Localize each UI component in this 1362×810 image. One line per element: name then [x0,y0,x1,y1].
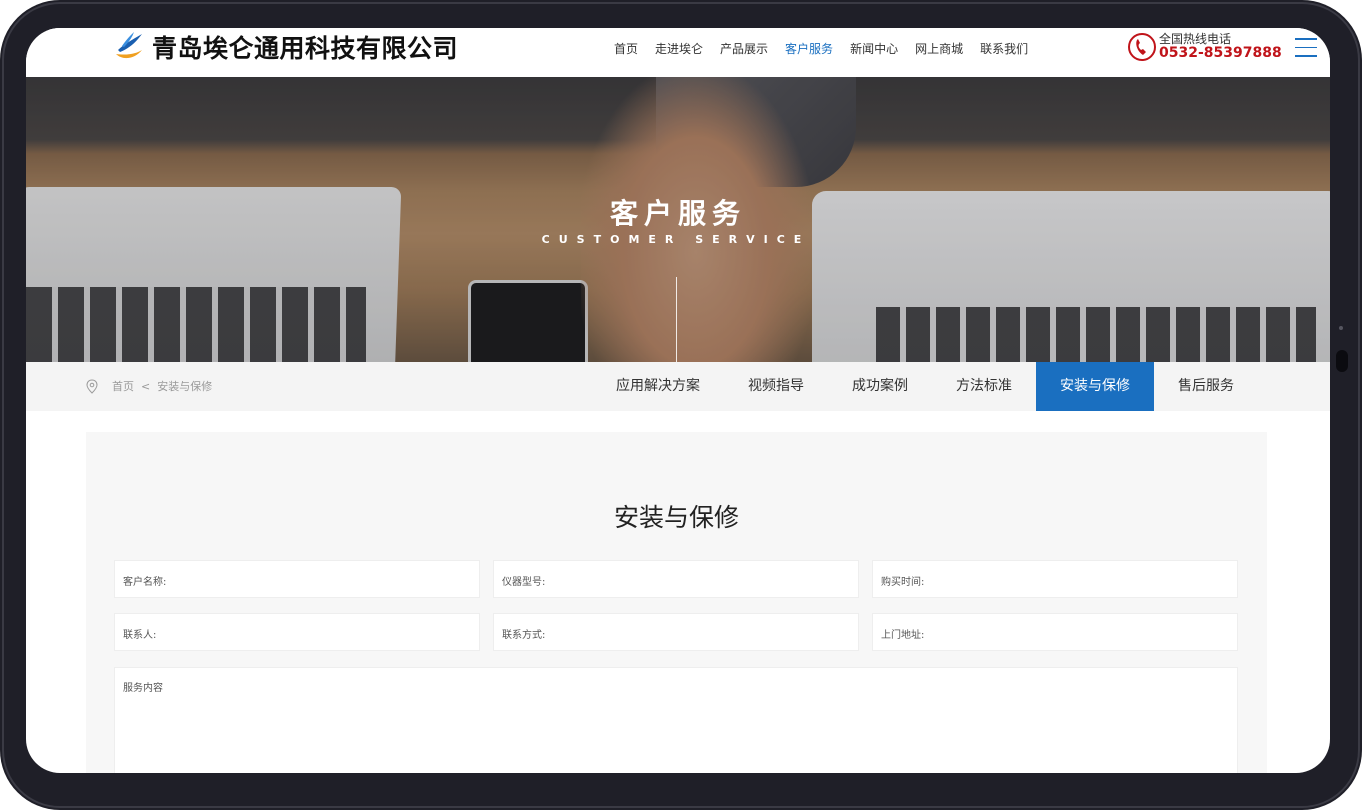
hamburger-menu-icon[interactable] [1295,38,1317,58]
hotline-number: 0532-85397888 [1159,44,1282,61]
breadcrumb: 首页 < 安装与保修 [86,378,212,394]
purchase-time-label: 购买时间: [881,577,925,588]
bird-logo-icon [116,32,142,59]
instrument-model-label: 仪器型号: [502,577,546,588]
site-header: 青岛埃仑通用科技有限公司 首页 走进埃仑 产品展示 客户服务 新闻中心 网上商城… [26,28,1330,77]
contact-method-input[interactable] [554,620,848,646]
tab-method-standards[interactable]: 方法标准 [932,362,1036,411]
hotline: 全国热线电话 0532-85397888 [1127,32,1282,62]
warranty-form-panel: 安装与保修 客户名称: 仪器型号: 购买时间: 联系人: 联系方式: 上门地址:… [86,432,1267,773]
home-button [1336,350,1348,372]
banner-subtitle: CUSTOMER SERVICE [541,233,811,246]
nav-item-about[interactable]: 走进埃仑 [655,40,703,57]
main-nav: 首页 走进埃仑 产品展示 客户服务 新闻中心 网上商城 联系我们 [614,40,1045,57]
contact-person-input[interactable] [175,620,469,646]
subtabs: 应用解决方案 视频指导 成功案例 方法标准 安装与保修 售后服务 [592,362,1258,411]
nav-item-news[interactable]: 新闻中心 [850,40,898,57]
phone-icon [1128,33,1156,61]
screen: 青岛埃仑通用科技有限公司 首页 走进埃仑 产品展示 客户服务 新闻中心 网上商城… [26,28,1330,773]
nav-item-home[interactable]: 首页 [614,40,638,57]
instrument-model-input[interactable] [554,567,848,593]
contact-person-label: 联系人: [123,630,157,641]
banner-divider-line [676,277,677,362]
banner-title: 客户服务 [609,197,746,230]
service-content-field[interactable]: 服务内容 [114,667,1238,773]
purchase-time-input[interactable] [933,567,1227,593]
sub-navigation: 首页 < 安装与保修 应用解决方案 视频指导 成功案例 方法标准 安装与保修 售… [26,362,1330,411]
customer-name-field[interactable]: 客户名称: [114,560,480,598]
breadcrumb-home[interactable]: 首页 [112,378,134,394]
service-content-label: 服务内容 [123,683,163,694]
service-content-textarea[interactable] [123,696,1223,773]
contact-method-label: 联系方式: [502,630,546,641]
address-label: 上门地址: [881,630,925,641]
logo[interactable]: 青岛埃仑通用科技有限公司 [112,30,458,64]
customer-name-label: 客户名称: [123,577,167,588]
instrument-model-field[interactable]: 仪器型号: [493,560,859,598]
tablet-frame: 青岛埃仑通用科技有限公司 首页 走进埃仑 产品展示 客户服务 新闻中心 网上商城… [0,0,1362,810]
breadcrumb-current: 安装与保修 [157,380,213,393]
hero-banner: 客户服务 CUSTOMER SERVICE [26,77,1330,362]
tab-video-guide[interactable]: 视频指导 [724,362,828,411]
contact-method-field[interactable]: 联系方式: [493,613,859,651]
location-pin-icon [86,378,98,394]
address-input[interactable] [933,620,1227,646]
tab-application-solutions[interactable]: 应用解决方案 [592,362,724,411]
tab-after-sales[interactable]: 售后服务 [1154,362,1258,411]
nav-item-contact[interactable]: 联系我们 [980,40,1028,57]
nav-item-customer-service[interactable]: 客户服务 [785,40,833,57]
tab-success-cases[interactable]: 成功案例 [828,362,932,411]
customer-name-input[interactable] [175,567,469,593]
address-field[interactable]: 上门地址: [872,613,1238,651]
form-title: 安装与保修 [613,503,739,532]
purchase-time-field[interactable]: 购买时间: [872,560,1238,598]
nav-item-online-mall[interactable]: 网上商城 [915,40,963,57]
contact-person-field[interactable]: 联系人: [114,613,480,651]
hotline-label: 全国热线电话 [1159,31,1232,46]
breadcrumb-separator: < [141,379,151,393]
tab-installation-warranty[interactable]: 安装与保修 [1036,362,1154,411]
company-name: 青岛埃仑通用科技有限公司 [152,34,459,63]
nav-item-products[interactable]: 产品展示 [720,40,768,57]
camera-dot [1339,326,1343,330]
